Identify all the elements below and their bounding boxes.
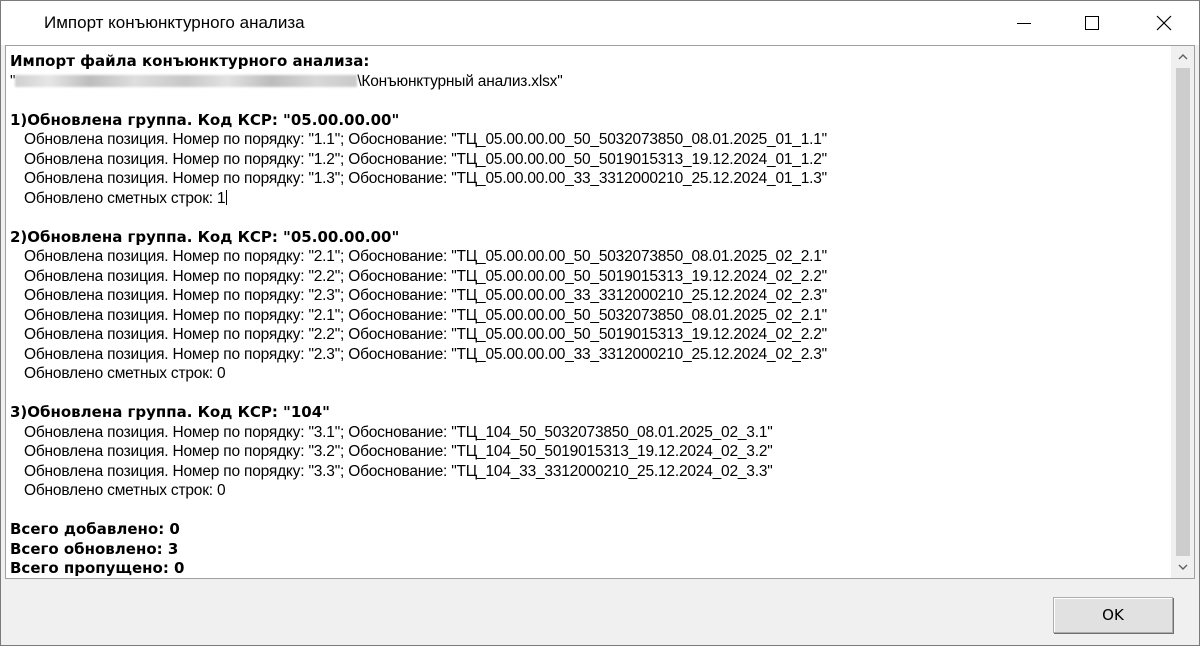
scroll-thumb[interactable] xyxy=(1176,68,1190,556)
group-summary: Обновлено сметных строк: 0 xyxy=(10,364,1170,384)
minimize-button[interactable] xyxy=(1001,1,1047,45)
minimize-icon xyxy=(1017,22,1031,24)
close-button[interactable] xyxy=(1141,1,1187,45)
group-title: 3)Обновлена группа. Код КСР: "104" xyxy=(10,403,330,421)
group-title: 2)Обновлена группа. Код КСР: "05.00.00.0… xyxy=(10,227,400,246)
totals-container: Всего добавлено: 0 Всего обновлено: 3 Всег… xyxy=(10,520,1170,578)
group-summary: Обновлено сметных строк: 1 xyxy=(10,189,1170,209)
position-line: Обновлена позиция. Номер по порядку: "2.… xyxy=(24,306,827,324)
position-line: Обновлена позиция. Номер по порядку: "1.… xyxy=(24,170,827,187)
group-summary: Обновлено сметных строк: 0 xyxy=(10,481,1170,501)
groups-container: 1)Обновлена группа. Код КСР: "05.00.00.0… xyxy=(10,91,1170,501)
total-line: Всего добавлено: 0 xyxy=(10,520,180,538)
redacted-path xyxy=(15,74,358,87)
vertical-scrollbar[interactable] xyxy=(1171,46,1194,578)
log-content: Импорт файла конъюнктурного анализа: " \К… xyxy=(10,52,1170,578)
scroll-down-button[interactable] xyxy=(1172,556,1194,578)
position-line: Обновлена позиция. Номер по порядку: "3.… xyxy=(24,423,773,441)
import-log[interactable]: Импорт файла конъюнктурного анализа: " \К… xyxy=(5,45,1195,579)
position-line: Обновлена позиция. Номер по порядку: "2.… xyxy=(24,345,827,363)
position-line: Обновлена позиция. Номер по порядку: "2.… xyxy=(24,287,827,304)
chevron-down-icon xyxy=(1178,564,1188,570)
group-summary-text: Обновлено сметных строк: 0 xyxy=(24,365,226,382)
position-line: Обновлена позиция. Номер по порядку: "2.… xyxy=(24,326,827,343)
maximize-icon xyxy=(1085,16,1099,30)
chevron-up-icon xyxy=(1178,54,1188,60)
position-line: Обновлена позиция. Номер по порядку: "3.… xyxy=(24,443,773,460)
close-icon xyxy=(1156,15,1172,31)
position-line: Обновлена позиция. Номер по порядку: "2.… xyxy=(24,248,827,265)
title-bar[interactable]: Импорт конъюнктурного анализа xyxy=(1,1,1199,45)
maximize-button[interactable] xyxy=(1069,1,1115,45)
total-line: Всего пропущено: 0 xyxy=(10,559,185,577)
log-header: Импорт файла конъюнктурного анализа: xyxy=(10,52,370,70)
position-line: Обновлена позиция. Номер по порядку: "1.… xyxy=(24,150,827,168)
total-line: Всего обновлено: 3 xyxy=(10,539,179,558)
group-title: 1)Обновлена группа. Код КСР: "05.00.00.0… xyxy=(10,110,400,129)
group-summary-text: Обновлено сметных строк: 1 xyxy=(24,189,226,207)
position-line: Обновлена позиция. Номер по порядку: "3.… xyxy=(24,462,773,480)
file-path: " \Конъюнктурный анализ.xlsx" xyxy=(10,72,1170,92)
position-line: Обновлена позиция. Номер по порядку: "1.… xyxy=(24,131,827,148)
group-summary-text: Обновлено сметных строк: 0 xyxy=(24,482,226,499)
window-title: Импорт конъюнктурного анализа xyxy=(44,13,305,32)
scroll-up-button[interactable] xyxy=(1172,46,1194,68)
text-caret xyxy=(226,189,228,205)
position-line: Обновлена позиция. Номер по порядку: "2.… xyxy=(24,267,827,285)
import-dialog: Импорт конъюнктурного анализа Импорт фай… xyxy=(0,0,1200,646)
ok-button[interactable]: OK xyxy=(1053,597,1173,633)
file-path-name: \Конъюнктурный анализ.xlsx" xyxy=(357,72,563,90)
